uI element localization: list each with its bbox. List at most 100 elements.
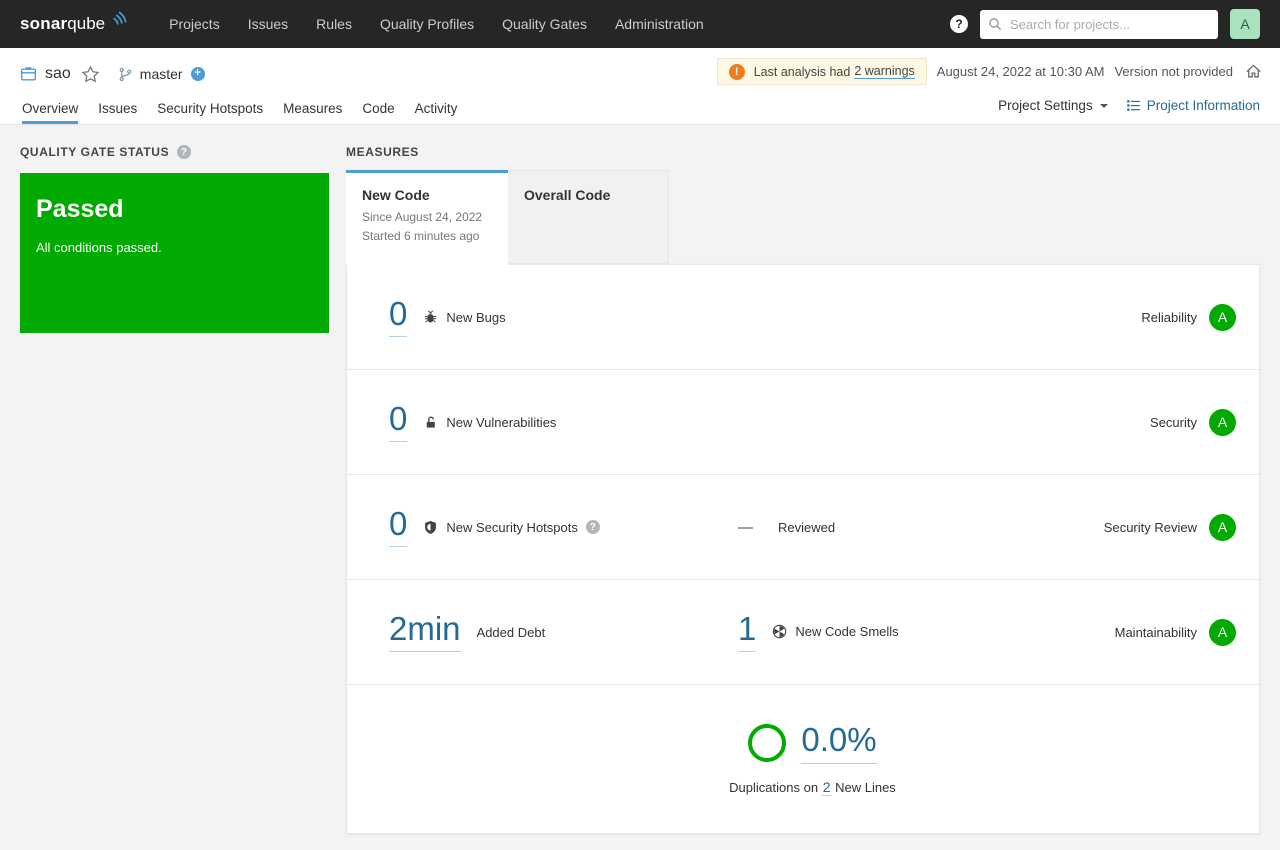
warnings-link[interactable]: 2 warnings	[854, 64, 914, 79]
new-vulnerabilities-label-group: New Vulnerabilities	[423, 415, 556, 430]
tab-security-hotspots[interactable]: Security Hotspots	[157, 96, 263, 124]
project-actions: Project Settings Project Information	[998, 98, 1260, 113]
tab-code[interactable]: Code	[362, 96, 394, 124]
new-code-tab-label: New Code	[362, 187, 492, 203]
project-version: Version not provided	[1114, 64, 1233, 79]
project-information-link[interactable]: Project Information	[1126, 98, 1260, 113]
nav-item-administration[interactable]: Administration	[601, 0, 718, 48]
quality-gate-status-box: Passed All conditions passed.	[20, 173, 329, 333]
open-lock-icon	[423, 415, 438, 430]
reliability-rating-group: Reliability A	[1141, 304, 1236, 331]
add-branch-icon[interactable]: +	[191, 67, 205, 81]
logo-text-qube: qube	[67, 14, 105, 34]
duplication-ring-icon	[748, 724, 786, 762]
new-code-since: Since August 24, 2022	[362, 210, 492, 224]
quality-gate-help-icon[interactable]: ?	[177, 145, 191, 159]
new-lines-link[interactable]: 2	[822, 779, 832, 796]
maintainability-rating-group: Maintainability A	[1115, 619, 1236, 646]
top-navbar: sonarqube Projects Issues Rules Quality …	[0, 0, 1280, 48]
logo-text-sonar: sonar	[20, 14, 67, 34]
project-title-row: sao master +	[20, 61, 205, 87]
reliability-label: Reliability	[1141, 310, 1197, 325]
code-smells-group: 1 New Code Smells	[738, 612, 899, 653]
tab-overall-code[interactable]: Overall Code	[508, 170, 669, 264]
analysis-warning-box: ! Last analysis had 2 warnings	[717, 58, 927, 85]
logo-waves-icon	[105, 16, 129, 32]
tab-new-code[interactable]: New Code Since August 24, 2022 Started 6…	[346, 170, 508, 265]
topnav-right: ? A	[950, 9, 1260, 39]
quality-gate-heading-text: QUALITY GATE STATUS	[20, 145, 169, 159]
security-rating-badge: A	[1209, 409, 1236, 436]
analysis-date: August 24, 2022 at 10:30 AM	[937, 64, 1105, 79]
new-hotspots-label-group: New Security Hotspots ?	[423, 520, 600, 535]
chevron-down-icon	[1100, 104, 1108, 108]
user-avatar[interactable]: A	[1230, 9, 1260, 39]
maintainability-rating-badge: A	[1209, 619, 1236, 646]
reliability-rating-badge: A	[1209, 304, 1236, 331]
maintainability-row: 2min Added Debt 1 New Code Smells	[347, 580, 1259, 685]
project-settings-label: Project Settings	[998, 98, 1093, 113]
sonarqube-logo[interactable]: sonarqube	[20, 14, 129, 34]
added-debt-label: Added Debt	[477, 625, 546, 640]
project-name: sao	[45, 65, 71, 83]
added-debt-label-group: Added Debt	[477, 625, 546, 640]
tab-activity[interactable]: Activity	[415, 96, 458, 124]
quality-gate-message: All conditions passed.	[36, 240, 313, 255]
list-icon	[1126, 98, 1141, 113]
new-code-smells-value[interactable]: 1	[738, 612, 756, 653]
project-tabs: Overview Issues Security Hotspots Measur…	[12, 96, 467, 124]
project-header: sao master + ! Last analysi	[0, 48, 1280, 124]
security-rating-group: Security A	[1150, 409, 1236, 436]
new-code-smells-label: New Code Smells	[795, 624, 898, 639]
main-nav: Projects Issues Rules Quality Profiles Q…	[155, 0, 718, 48]
project-icon	[20, 66, 37, 83]
search-input[interactable]	[980, 10, 1218, 39]
new-vulnerabilities-label: New Vulnerabilities	[446, 415, 556, 430]
warning-icon: !	[729, 64, 745, 80]
new-vulnerabilities-value[interactable]: 0	[389, 402, 407, 443]
duplications-value[interactable]: 0.0%	[801, 723, 876, 764]
nav-item-quality-gates[interactable]: Quality Gates	[488, 0, 601, 48]
code-smell-icon	[772, 624, 787, 639]
reviewed-group: — Reviewed	[738, 519, 835, 536]
code-smells-label-group: New Code Smells	[772, 624, 898, 639]
hotspots-help-icon[interactable]: ?	[586, 520, 600, 534]
bug-icon	[423, 310, 438, 325]
nav-item-rules[interactable]: Rules	[302, 0, 366, 48]
security-review-row: 0 New Security Hotspots ? — Reviewed	[347, 475, 1259, 580]
measures-heading: MEASURES	[346, 145, 419, 159]
added-debt-value[interactable]: 2min	[389, 612, 461, 653]
security-review-label: Security Review	[1104, 520, 1197, 535]
tab-issues[interactable]: Issues	[98, 96, 137, 124]
new-hotspots-value[interactable]: 0	[389, 507, 407, 548]
favorite-star-icon[interactable]	[81, 65, 100, 84]
warning-text: Last analysis had	[754, 65, 851, 79]
project-settings-dropdown[interactable]: Project Settings	[998, 98, 1108, 113]
branch-icon	[118, 67, 133, 82]
help-icon[interactable]: ?	[950, 15, 968, 33]
branch-name: master	[140, 66, 183, 82]
new-bugs-label: New Bugs	[446, 310, 505, 325]
reviewed-value: —	[738, 519, 752, 536]
home-icon[interactable]	[1245, 63, 1262, 80]
project-information-label: Project Information	[1147, 98, 1260, 113]
security-row: 0 New Vulnerabilities Security A	[347, 370, 1259, 475]
new-bugs-value[interactable]: 0	[389, 297, 407, 338]
overall-code-tab-label: Overall Code	[524, 187, 652, 203]
search-box	[980, 10, 1218, 39]
nav-item-projects[interactable]: Projects	[155, 0, 234, 48]
maintainability-label: Maintainability	[1115, 625, 1197, 640]
security-review-rating-badge: A	[1209, 514, 1236, 541]
quality-gate-status: Passed	[36, 195, 313, 224]
duplications-main: 0.0%	[748, 723, 876, 764]
tab-overview[interactable]: Overview	[22, 96, 78, 124]
new-code-started: Started 6 minutes ago	[362, 229, 492, 243]
nav-item-issues[interactable]: Issues	[234, 0, 302, 48]
overview-content: QUALITY GATE STATUS ? Passed All conditi…	[0, 124, 1280, 850]
project-meta: ! Last analysis had 2 warnings August 24…	[717, 58, 1262, 85]
nav-item-quality-profiles[interactable]: Quality Profiles	[366, 0, 488, 48]
tab-measures[interactable]: Measures	[283, 96, 342, 124]
security-review-rating-group: Security Review A	[1104, 514, 1236, 541]
quality-gate-heading: QUALITY GATE STATUS ?	[20, 145, 191, 159]
branch-section: master +	[118, 66, 205, 82]
